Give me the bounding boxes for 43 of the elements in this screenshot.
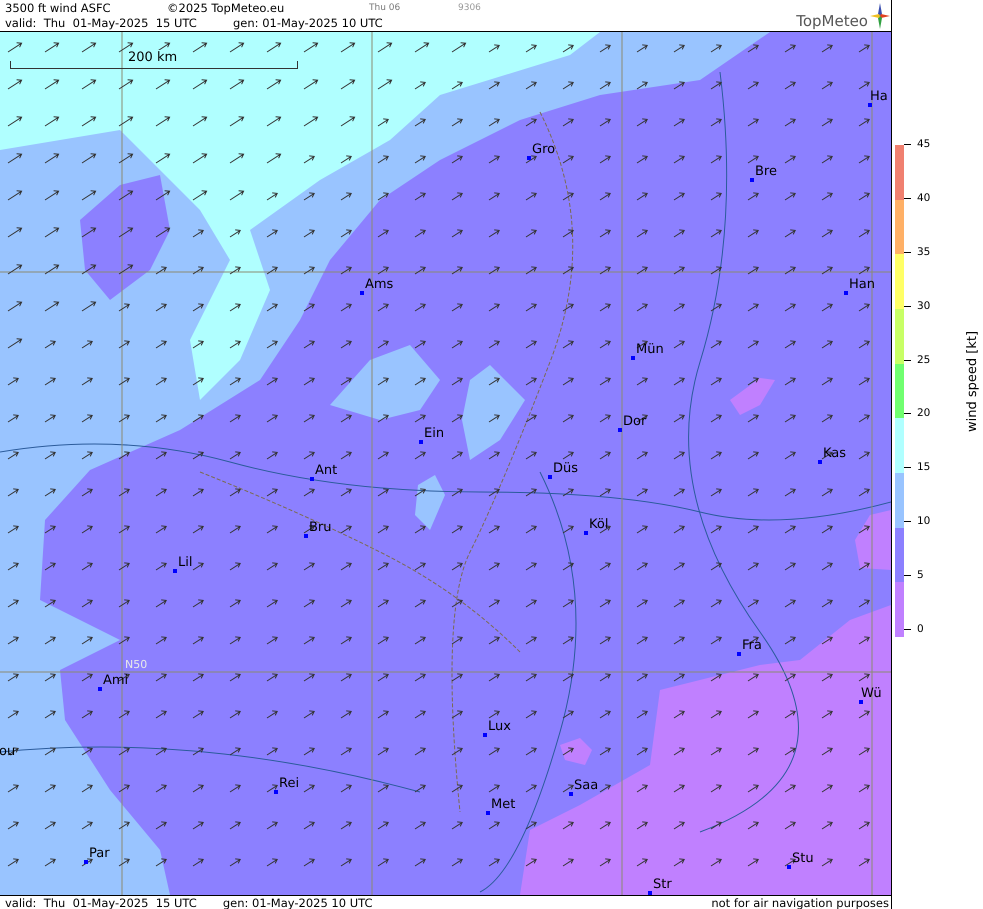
city-label: Str [653,877,672,892]
generated-time: gen: 01-May-2025 10 UTC [222,896,373,909]
disclaimer-text: not for air navigation purposes [711,896,889,909]
city-label: Bru [309,520,332,535]
city-label: ou [0,744,16,759]
logo-text: TopMeteo [796,14,868,29]
city-label: Mün [636,342,664,357]
scale-tick-label: 40 [904,190,930,206]
scale-tick-label: 30 [904,298,930,314]
scale-tick-label: 20 [904,406,930,422]
legend-title: wind speed [kt] [965,330,980,432]
city-label: Lux [488,719,511,734]
city-label: Ein [424,426,444,441]
map-title: 3500 ft wind ASFC [5,0,112,14]
scale-tick-label: 0 [904,622,930,637]
city-label: Bre [755,164,777,179]
city-label: Köl [589,517,608,532]
scale-tick-label: 10 [904,514,930,530]
scale-tick-label: 25 [904,352,930,368]
scale-tick-label: 5 [904,568,930,583]
latitude-label: N50 [125,658,148,671]
city-label: Dor [623,414,646,429]
copyright-text: ©2025 TopMeteo.eu [167,0,286,14]
city-label: Kas [823,446,846,461]
compass-star-icon [870,3,890,29]
day-label: Thu 06 [369,2,402,12]
city-label: Saa [574,778,598,793]
scale-tick-label: 35 [904,244,930,260]
city-label: Lil [178,555,192,570]
city-label: Düs [553,461,578,476]
code-label: 9306 [458,2,481,12]
city-label: Gro [532,142,556,157]
valid-time: valid: Thu 01-May-2025 15 UTC [5,16,198,30]
city-label: Fra [742,638,762,653]
city-label: Ant [315,463,338,478]
city-label: Rei [279,776,300,791]
city-label: Par [89,846,110,861]
city-label: Met [491,797,516,812]
scale-tick-label: 45 [904,137,930,152]
scale-tick-label: 15 [904,460,930,476]
generated-time: gen: 01-May-2025 10 UTC [233,16,383,30]
valid-time: valid: Thu 01-May-2025 15 UTC [5,896,197,909]
city-label: Stu [792,851,814,866]
